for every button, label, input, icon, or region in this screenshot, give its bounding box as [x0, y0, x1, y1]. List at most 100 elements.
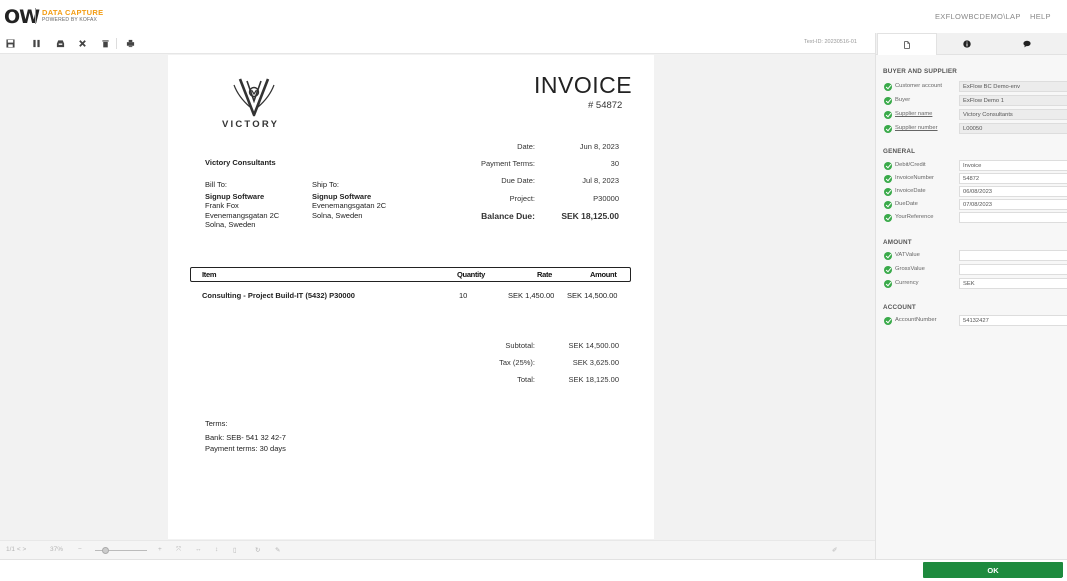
save-button[interactable] — [2, 36, 18, 51]
field-account-number: AccountNumber 54132427 — [884, 315, 1067, 326]
comment-icon — [1023, 40, 1031, 48]
fit-width-icon[interactable]: ↔ — [195, 546, 202, 553]
field-debit-credit: Debit/Credit Invoice — [884, 160, 1067, 171]
tab-document[interactable] — [877, 33, 937, 55]
edit-icon[interactable]: ✎ — [275, 546, 280, 554]
date-label: Date: — [517, 142, 535, 151]
bill-to-line: Signup Software — [205, 192, 265, 201]
inbox-button[interactable] — [52, 36, 68, 51]
vat-value-input[interactable] — [959, 250, 1067, 261]
payment-terms-value: 30 — [610, 159, 619, 168]
due-date-input[interactable]: 07/08/2023 — [959, 199, 1067, 210]
user-menu[interactable]: EXFLOWBCDEMO\LAP — [935, 12, 1021, 21]
ship-to-line: Signup Software — [312, 192, 372, 201]
bill-to-line: Evenemangsgatan 2C — [205, 211, 280, 220]
field-label: Buyer — [895, 97, 911, 103]
invoice-number-input[interactable]: 54872 — [959, 173, 1067, 184]
text-id: Text-ID: 20230516-01 — [804, 39, 857, 45]
print-button[interactable] — [122, 36, 138, 51]
ship-to-line: Evenemangsgatan 2C — [312, 201, 387, 210]
page-icon[interactable]: ▯ — [233, 546, 237, 554]
field-buyer: Buyer ExFlow Demo 1 — [884, 95, 1067, 106]
column-amount: Amount — [590, 270, 617, 279]
delete-button[interactable] — [97, 36, 113, 51]
from-name: Victory Consultants — [205, 158, 276, 167]
section-title-account: ACCOUNT — [883, 304, 916, 311]
field-label: YourReference — [895, 214, 934, 220]
field-label: InvoiceNumber — [895, 175, 934, 181]
document-toolbar: Text-ID: 20230516-01 — [0, 33, 875, 54]
check-icon — [884, 187, 892, 196]
field-supplier-number: Supplier number L00050 — [884, 123, 1067, 134]
check-icon — [884, 96, 892, 105]
page-navigation[interactable]: 1/1 < > — [6, 546, 26, 553]
debit-credit-input[interactable]: Invoice — [959, 160, 1067, 171]
fit-page-icon[interactable]: ⤧ — [176, 546, 181, 554]
check-icon — [884, 124, 892, 133]
check-icon — [884, 174, 892, 183]
line-item-amount: SEK 14,500.00 — [567, 291, 618, 300]
ok-button[interactable]: OK — [923, 562, 1063, 578]
field-label: VATValue — [895, 252, 920, 258]
customer-account-input[interactable]: ExFlow BC Demo-env — [959, 81, 1067, 92]
zoom-out-button[interactable]: − — [78, 546, 82, 553]
rotate-icon[interactable]: ↻ — [255, 546, 260, 554]
printer-icon — [126, 39, 134, 48]
inbox-icon — [56, 40, 64, 48]
subtotal-value: SEK 14,500.00 — [568, 341, 619, 350]
check-icon — [884, 316, 892, 325]
gross-value-input[interactable] — [959, 264, 1067, 275]
balance-value: SEK 18,125.00 — [561, 211, 619, 221]
ship-to-line: Solna, Sweden — [312, 211, 363, 220]
pause-icon — [32, 39, 40, 48]
section-title-amount: AMOUNT — [883, 239, 912, 246]
close-icon — [78, 40, 86, 47]
fit-height-icon[interactable]: ↕ — [215, 546, 218, 553]
field-vat-value: VATValue — [884, 250, 1067, 261]
bill-to-label: Bill To: — [205, 180, 227, 189]
toolbar-divider — [116, 38, 117, 49]
field-gross-value: GrossValue — [884, 264, 1067, 275]
invoice-brand: VICTORY — [222, 119, 280, 130]
supplier-name-link[interactable]: Supplier name — [895, 111, 932, 117]
brand-title: DATA CAPTURE — [42, 8, 104, 17]
check-icon — [884, 82, 892, 91]
reject-button[interactable] — [74, 36, 90, 51]
date-value: Jun 8, 2023 — [579, 142, 619, 151]
victory-logo — [233, 78, 275, 117]
help-link[interactable]: HELP — [1030, 12, 1051, 21]
buyer-input[interactable]: ExFlow Demo 1 — [959, 95, 1067, 106]
zoom-in-button[interactable]: + — [158, 546, 162, 553]
currency-input[interactable]: SEK — [959, 278, 1067, 289]
account-number-input[interactable]: 54132427 — [959, 315, 1067, 326]
field-currency: Currency SEK — [884, 278, 1067, 289]
field-label: InvoiceDate — [895, 188, 926, 194]
field-supplier-name: Supplier name Victory Consultants — [884, 109, 1067, 120]
app-window: OW DATA CAPTURE POWERED BY KOFAX EXFLOWB… — [0, 0, 1067, 581]
logo-divider — [35, 8, 36, 24]
pen-icon[interactable]: ✐ — [832, 546, 837, 554]
field-label: Debit/Credit — [895, 162, 926, 168]
balance-label: Balance Due: — [481, 211, 535, 221]
viewer-bottom-toolbar: 1/1 < > 37% − + ⤧ ↔ ↕ ▯ ↻ ✎ ✐ — [0, 540, 875, 559]
section-title-general: GENERAL — [883, 148, 916, 155]
due-date-label: Due Date: — [501, 176, 535, 185]
field-label: GrossValue — [895, 266, 925, 272]
tab-comments[interactable] — [997, 33, 1057, 55]
supplier-number-link[interactable]: Supplier number — [895, 125, 938, 131]
line-item-description: Consulting - Project Build-IT (5432) P30… — [202, 291, 355, 300]
your-reference-input[interactable] — [959, 212, 1067, 223]
app-header: OW DATA CAPTURE POWERED BY KOFAX EXFLOWB… — [0, 0, 1067, 33]
document-viewer[interactable]: VICTORY INVOICE # 54872 Date: Jun 8, 202… — [0, 54, 875, 540]
tab-info[interactable] — [937, 33, 997, 55]
supplier-number-input[interactable]: L00050 — [959, 123, 1067, 134]
column-item: Item — [202, 270, 217, 279]
check-icon — [884, 251, 892, 260]
field-your-reference: YourReference — [884, 212, 1067, 223]
trash-icon — [101, 40, 109, 48]
field-due-date: DueDate 07/08/2023 — [884, 199, 1067, 210]
supplier-name-input[interactable]: Victory Consultants — [959, 109, 1067, 120]
pause-button[interactable] — [28, 36, 44, 51]
zoom-slider-handle[interactable] — [102, 547, 109, 554]
invoice-date-input[interactable]: 06/08/2023 — [959, 186, 1067, 197]
